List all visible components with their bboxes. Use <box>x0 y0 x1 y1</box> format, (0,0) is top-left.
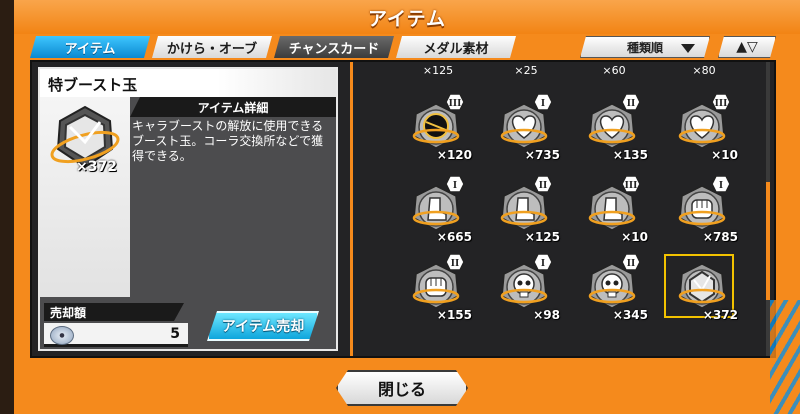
svg-text:III: III <box>625 181 638 191</box>
sell-price-box: ● 5 <box>44 323 188 347</box>
boost-orb-icon <box>50 105 120 169</box>
sort-order-icon: ▲▽ <box>736 39 758 55</box>
sort-label: 種類順 <box>626 40 663 55</box>
svg-text:II: II <box>627 259 635 269</box>
item-count: ×125 <box>422 64 454 77</box>
category-tabs: アイテム かけら・オーブ チャンスカード メダル素材 <box>30 36 516 58</box>
item-count: ×10 <box>711 148 738 162</box>
grid-item[interactable]: I ×665 <box>396 174 478 244</box>
item-grid: ×125 ×25 ×60 ×80 III ×120 I ×735 II ×135… <box>356 62 766 356</box>
close-button[interactable]: 閉じる <box>336 370 468 406</box>
rank-badge-icon: I <box>446 176 464 192</box>
item-count: ×25 <box>514 64 538 77</box>
item-count: ×372 <box>702 308 738 322</box>
rank-badge-icon: II <box>534 176 552 192</box>
coin-icon: ● <box>50 326 74 345</box>
panel-divider <box>350 62 353 356</box>
rank-badge-icon: I <box>712 176 730 192</box>
grid-item[interactable]: I ×98 <box>484 252 566 322</box>
item-count: ×10 <box>621 230 648 244</box>
rank-badge-icon: I <box>534 254 552 270</box>
sort-dropdown[interactable]: 種類順 <box>580 36 710 58</box>
item-count: ×80 <box>692 64 716 77</box>
item-count: ×60 <box>602 64 626 77</box>
svg-text:II: II <box>539 181 547 191</box>
item-count: ×120 <box>436 148 472 162</box>
grid-item[interactable]: III ×120 <box>396 92 478 162</box>
item-count: ×785 <box>702 230 738 244</box>
grid-item[interactable]: ×372 <box>662 252 744 322</box>
tab-medal-materials[interactable]: メダル素材 <box>396 36 516 58</box>
sort-order-toggle[interactable]: ▲▽ <box>718 36 776 58</box>
sell-price-label: 売却額 <box>44 303 184 321</box>
tab-chance-cards[interactable]: チャンスカード <box>274 36 394 58</box>
item-count: ×665 <box>436 230 472 244</box>
item-description: キャラブーストの解放に使用できるブースト玉。コーラ交換所などで獲得できる。 <box>132 119 324 163</box>
item-count: ×345 <box>612 308 648 322</box>
item-image-area: ×372 <box>40 97 130 297</box>
frame-edge <box>0 0 14 414</box>
tab-items[interactable]: アイテム <box>30 36 150 58</box>
decorative-stripes <box>770 300 800 414</box>
svg-text:I: I <box>719 181 723 191</box>
svg-text:I: I <box>453 181 457 191</box>
chevron-down-icon <box>681 44 695 53</box>
rank-badge-icon: III <box>622 176 640 192</box>
rank-badge-icon: II <box>622 254 640 270</box>
grid-item[interactable]: II ×135 <box>572 92 654 162</box>
grid-item[interactable]: II ×345 <box>572 252 654 322</box>
item-count: ×735 <box>524 148 560 162</box>
svg-text:II: II <box>451 259 459 269</box>
item-count: ×125 <box>524 230 560 244</box>
grid-item[interactable]: II ×125 <box>484 174 566 244</box>
scrollbar-thumb[interactable] <box>766 182 770 300</box>
rank-badge-icon: III <box>446 94 464 110</box>
item-name: 特ブースト玉 <box>48 76 138 94</box>
window-title: アイテム <box>14 0 800 34</box>
item-count: ×98 <box>533 308 560 322</box>
svg-text:II: II <box>627 99 635 109</box>
grid-item[interactable]: III ×10 <box>662 92 744 162</box>
grid-item[interactable]: I ×735 <box>484 92 566 162</box>
sell-price-value: 5 <box>170 326 180 342</box>
svg-text:III: III <box>715 99 728 109</box>
item-count: ×135 <box>612 148 648 162</box>
grid-item[interactable]: III ×10 <box>572 174 654 244</box>
item-detail-panel: 特ブースト玉 ×372 アイテム詳細 キャラブーストの解放に使用できるブースト玉… <box>38 67 338 351</box>
tab-fragments-orbs[interactable]: かけら・オーブ <box>152 36 272 58</box>
boost-orb-icon <box>678 263 726 309</box>
rank-badge-icon: II <box>622 94 640 110</box>
rank-badge-icon: III <box>712 94 730 110</box>
svg-text:III: III <box>449 99 462 109</box>
rank-badge-icon: I <box>534 94 552 110</box>
top-row-counts: ×125 ×25 ×60 ×80 <box>356 64 766 78</box>
detail-header: アイテム詳細 <box>130 97 336 117</box>
item-count: ×155 <box>436 308 472 322</box>
rank-badge-icon: II <box>446 254 464 270</box>
grid-item[interactable]: I ×785 <box>662 174 744 244</box>
item-count: ×372 <box>76 159 117 175</box>
grid-item[interactable]: II ×155 <box>396 252 478 322</box>
sell-item-button[interactable]: アイテム売却 <box>207 311 319 341</box>
svg-text:I: I <box>541 99 545 109</box>
svg-text:I: I <box>541 259 545 269</box>
